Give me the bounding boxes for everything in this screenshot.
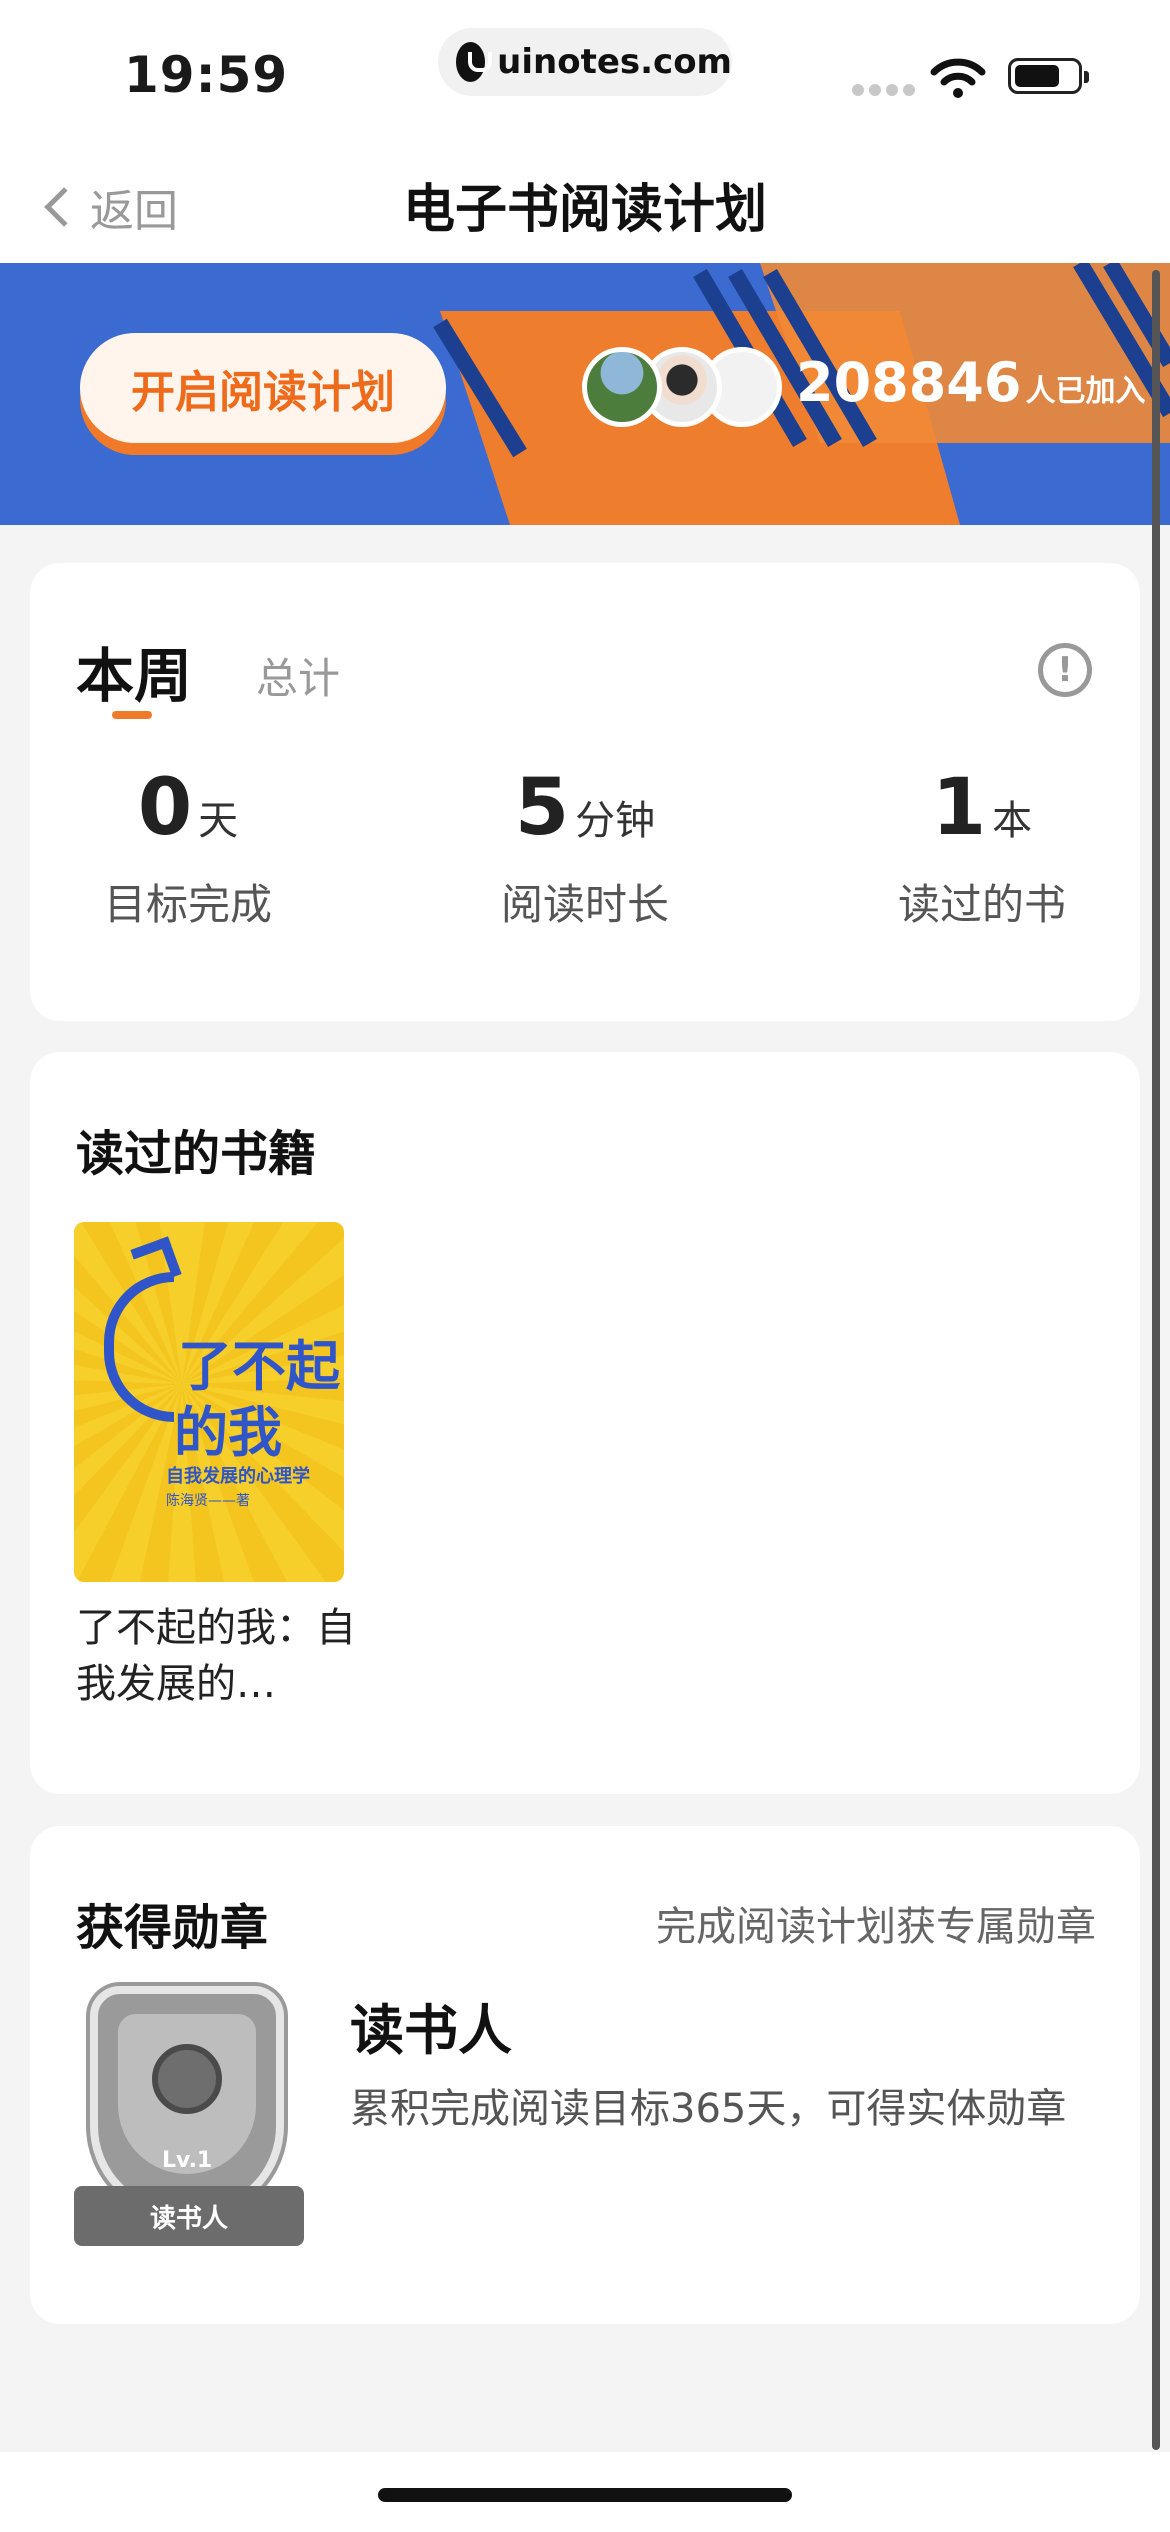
status-bar: 19:59 uinotes.com bbox=[0, 0, 1170, 135]
stat-goal-days: 0天 目标完成 bbox=[38, 763, 338, 932]
wifi-icon bbox=[930, 58, 986, 98]
cover-author: 陈海贤——著 bbox=[166, 1493, 250, 1509]
section-title: 获得勋章 bbox=[76, 1900, 269, 1956]
site-logo-icon bbox=[456, 42, 493, 82]
joined-number: 208846 bbox=[796, 351, 1022, 414]
reader-badge-icon[interactable]: Lv.1 读书人 bbox=[74, 1986, 304, 2256]
start-plan-button[interactable]: 开启阅读计划 bbox=[80, 333, 446, 443]
arrow-graphic bbox=[104, 1272, 174, 1422]
stat-value: 5 bbox=[514, 763, 570, 853]
medal-name: 读书人 bbox=[350, 1999, 512, 2062]
page: 19:59 uinotes.com 返回 电子书阅读计划 开启阅读计划 2088… bbox=[0, 0, 1170, 2532]
status-time: 19:59 bbox=[124, 46, 289, 104]
stat-unit: 天 bbox=[198, 798, 239, 844]
stat-value: 1 bbox=[931, 763, 987, 853]
nav-bar: 返回 电子书阅读计划 bbox=[0, 135, 1170, 263]
joined-count: 208846 人已加入 bbox=[796, 351, 1145, 414]
stat-value: 0 bbox=[137, 763, 193, 853]
cellular-signal-icon bbox=[852, 84, 915, 96]
badge-level: Lv.1 bbox=[162, 2148, 213, 2173]
reading-stats-card: 本周 总计 ! 0天 目标完成 5 分钟 阅读时长 1本 读过的书 bbox=[30, 563, 1140, 1021]
stat-label: 目标完成 bbox=[103, 880, 272, 929]
active-tab-indicator bbox=[112, 711, 152, 719]
stat-books-read: 1本 读过的书 bbox=[832, 763, 1132, 932]
cover-title: 的我 bbox=[174, 1401, 282, 1464]
tab-total[interactable]: 总计 bbox=[256, 645, 340, 706]
page-title: 电子书阅读计划 bbox=[402, 180, 767, 240]
avatar bbox=[582, 347, 662, 427]
badge-ribbon: 读书人 bbox=[74, 2186, 304, 2246]
stat-label: 读过的书 bbox=[897, 880, 1066, 929]
stat-reading-time: 5 分钟 阅读时长 bbox=[435, 763, 735, 932]
medals-card: 获得勋章 完成阅读计划获专属勋章 Lv.1 读书人 读书人 累积完成阅读目标36… bbox=[30, 1826, 1140, 2324]
owl-icon bbox=[152, 2044, 222, 2114]
scrollbar[interactable] bbox=[1152, 270, 1160, 2450]
battery-icon bbox=[1008, 58, 1089, 94]
plan-banner: 开启阅读计划 208846 人已加入 bbox=[0, 263, 1170, 525]
book-title[interactable]: 了不起的我：自我发展的… bbox=[76, 1600, 356, 1712]
medal-description: 累积完成阅读目标365天，可得实体勋章 bbox=[350, 2086, 1067, 2132]
url-text: uinotes.com bbox=[497, 42, 732, 82]
stat-unit: 分钟 bbox=[575, 798, 656, 844]
url-pill[interactable]: uinotes.com bbox=[438, 28, 732, 96]
book-cover[interactable]: 了不起 的我 自我发展的心理学 陈海贤——著 bbox=[74, 1222, 344, 1582]
cover-subtitle: 自我发展的心理学 bbox=[166, 1466, 310, 1487]
joined-suffix: 人已加入 bbox=[1025, 374, 1146, 409]
info-icon[interactable]: ! bbox=[1038, 643, 1092, 697]
joined-avatars bbox=[582, 347, 782, 427]
stat-label: 阅读时长 bbox=[500, 880, 669, 929]
medal-hint: 完成阅读计划获专属勋章 bbox=[656, 1904, 1096, 1950]
home-indicator[interactable] bbox=[378, 2488, 792, 2502]
section-title: 读过的书籍 bbox=[76, 1126, 317, 1182]
books-read-card: 读过的书籍 了不起 的我 自我发展的心理学 陈海贤——著 了不起的我：自我发展的… bbox=[30, 1052, 1140, 1794]
stat-unit: 本 bbox=[992, 798, 1033, 844]
tab-this-week[interactable]: 本周 bbox=[76, 629, 192, 713]
